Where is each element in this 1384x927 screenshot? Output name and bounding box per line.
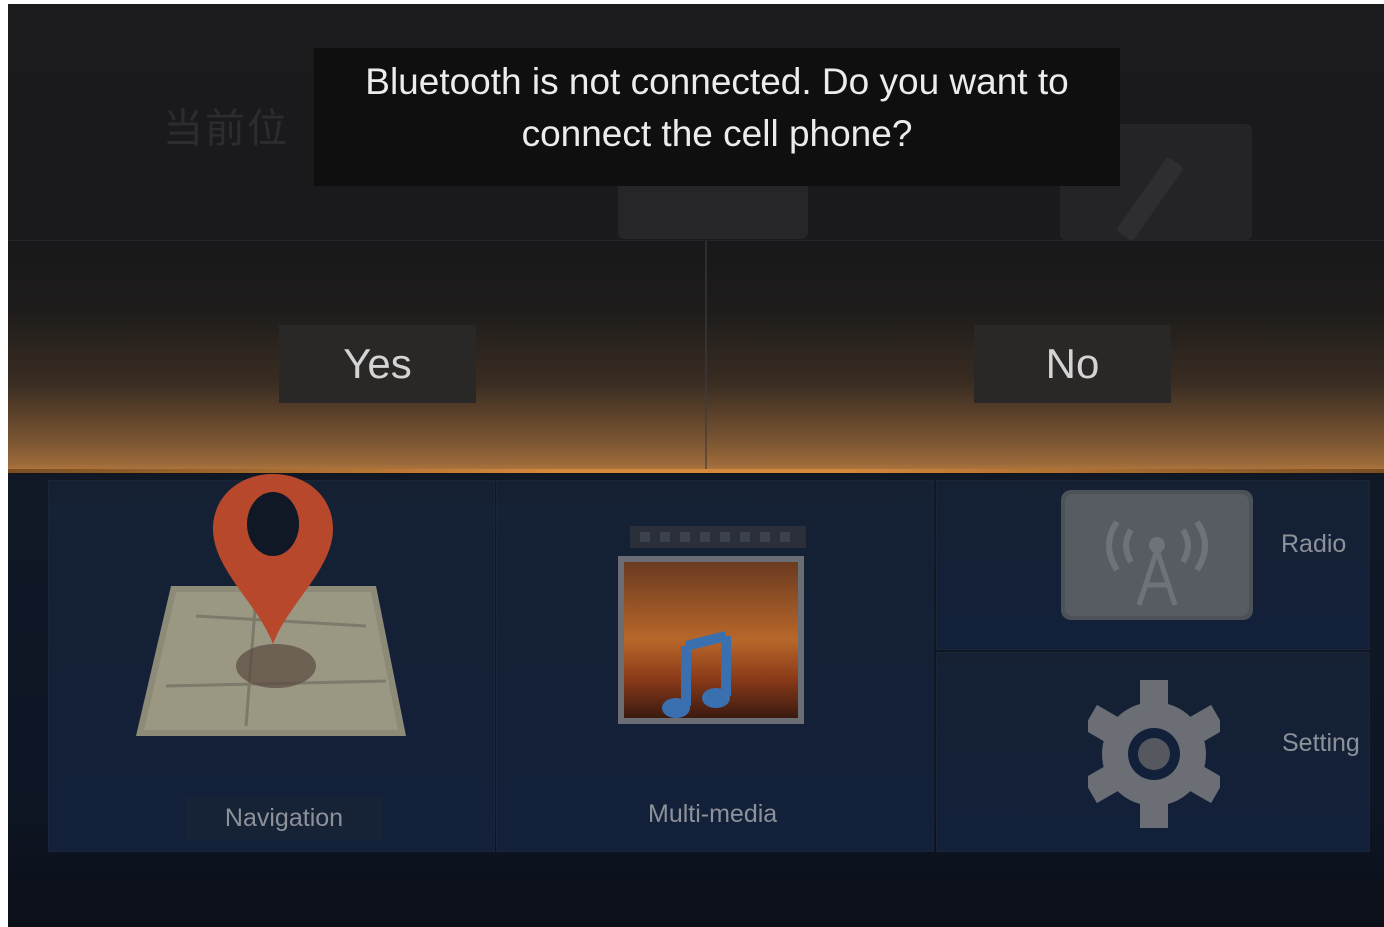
dialog-message: Bluetooth is not connected. Do you want … bbox=[365, 61, 1069, 154]
radio-label: Radio bbox=[1281, 530, 1347, 558]
no-button[interactable]: No bbox=[974, 325, 1171, 403]
radio-icon bbox=[1061, 490, 1253, 620]
current-location-text: 当前位 bbox=[163, 107, 289, 151]
car-head-unit-screen: 当前位 Navigation Multi-media Radio Setting… bbox=[8, 4, 1384, 927]
dialog-backdrop bbox=[8, 240, 1384, 473]
divider bbox=[705, 241, 707, 473]
home-menu: Navigation Multi-media Radio Setting bbox=[8, 474, 1384, 927]
yes-button[interactable]: Yes bbox=[279, 325, 476, 403]
map-pin-icon bbox=[213, 474, 333, 644]
setting-label: Setting bbox=[1282, 729, 1360, 757]
multimedia-label: Multi-media bbox=[648, 800, 778, 828]
media-icon bbox=[618, 526, 806, 724]
home-tile-dimmed bbox=[618, 179, 808, 239]
navigation-label: Navigation bbox=[186, 796, 382, 840]
gear-icon bbox=[1088, 680, 1220, 828]
accent-line bbox=[8, 469, 1384, 473]
